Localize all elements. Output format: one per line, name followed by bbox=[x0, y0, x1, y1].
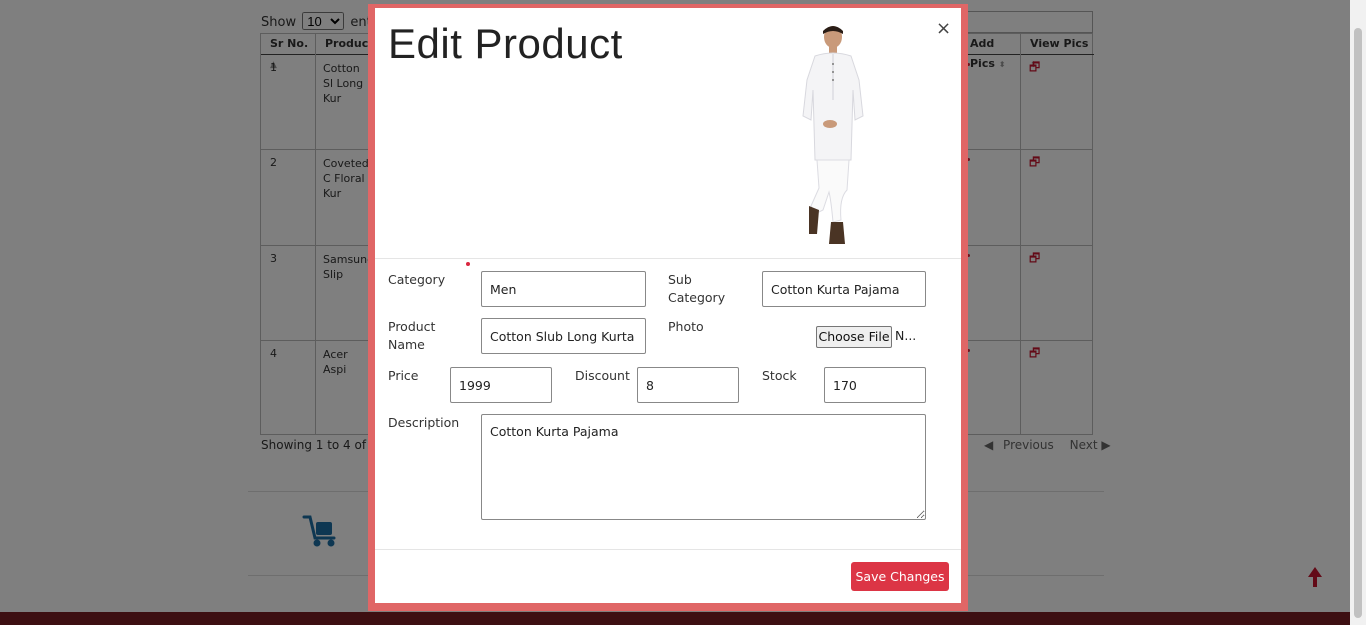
product-name-input[interactable] bbox=[481, 318, 646, 354]
close-icon[interactable]: × bbox=[936, 20, 951, 38]
price-label: Price bbox=[388, 368, 419, 383]
subcategory-input[interactable] bbox=[762, 271, 926, 307]
discount-label: Discount bbox=[575, 368, 630, 383]
description-textarea[interactable]: Cotton Kurta Pajama bbox=[481, 414, 926, 520]
stock-label: Stock bbox=[762, 368, 797, 383]
category-input[interactable] bbox=[481, 271, 646, 307]
product-image bbox=[802, 26, 864, 244]
price-input[interactable] bbox=[450, 367, 552, 403]
product-name-label: Product Name bbox=[388, 319, 436, 352]
discount-input[interactable] bbox=[637, 367, 739, 403]
category-label: Category bbox=[388, 272, 446, 287]
save-changes-button[interactable]: Save Changes bbox=[851, 562, 949, 591]
file-name-text: N... bbox=[895, 328, 917, 343]
edit-product-modal: Edit Product × Category Sub Category Pro… bbox=[375, 8, 961, 603]
modal-title: Edit Product bbox=[388, 20, 623, 67]
subcategory-label: Sub Category bbox=[668, 272, 726, 305]
description-label: Description bbox=[388, 415, 460, 430]
photo-label: Photo bbox=[668, 319, 704, 334]
stock-input[interactable] bbox=[824, 367, 926, 403]
page-scrollbar[interactable] bbox=[1350, 0, 1366, 625]
choose-file-button[interactable]: Choose File bbox=[816, 326, 892, 348]
